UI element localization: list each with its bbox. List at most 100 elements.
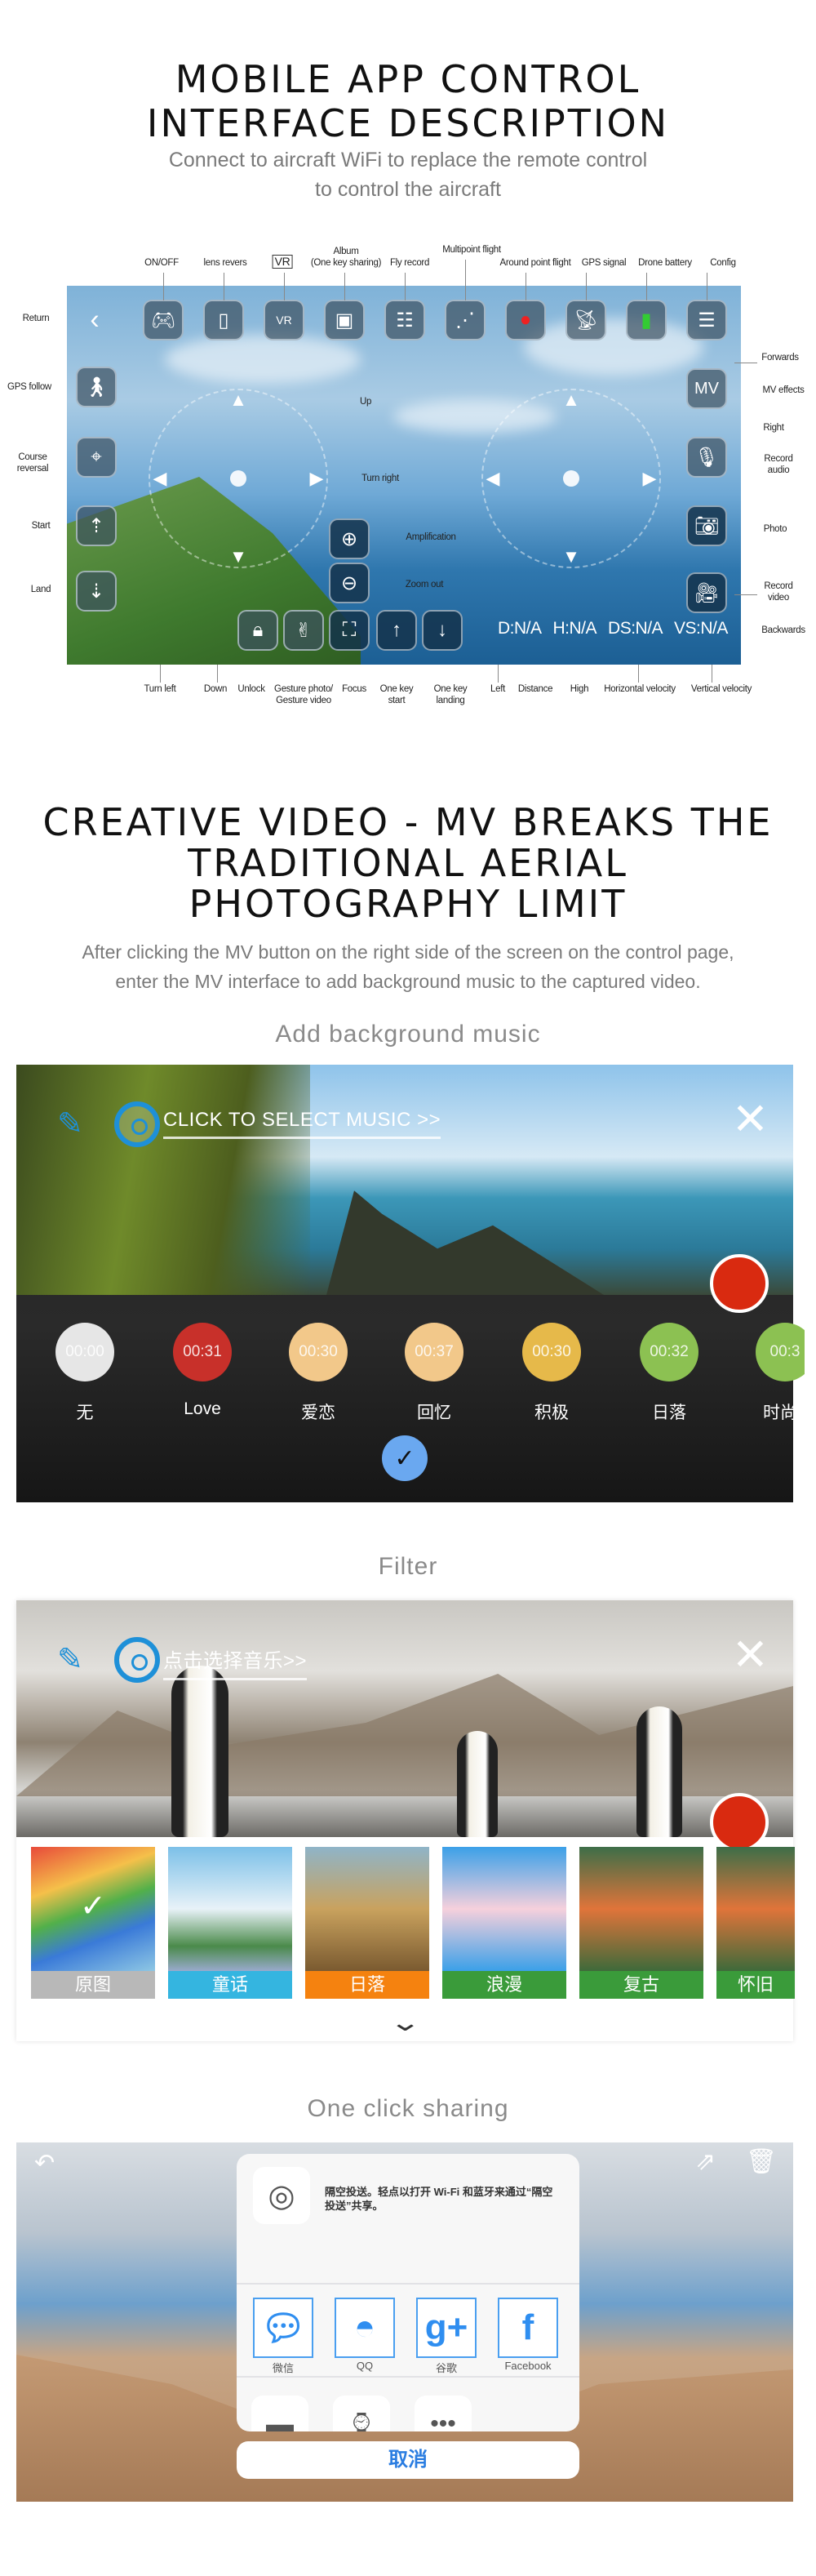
up-arrow-icon[interactable]: ▲ bbox=[229, 389, 247, 411]
label-gps-follow: GPS follow bbox=[7, 382, 51, 392]
land-drone-icon[interactable]: ⇣ bbox=[76, 571, 117, 612]
music-thumbnail: 00:30 bbox=[289, 1323, 348, 1381]
watch-icon[interactable]: ⌚︎ bbox=[333, 2396, 390, 2431]
filter-item[interactable]: 童话 bbox=[168, 1847, 292, 1999]
gamepad-icon[interactable]: 🎮︎ bbox=[143, 300, 184, 340]
filter-name: 怀旧 bbox=[716, 1971, 795, 1999]
down-arrow-icon[interactable]: ▼ bbox=[229, 546, 247, 567]
music-item[interactable]: 00:32 日落 bbox=[628, 1323, 710, 1424]
label-around-point-flight: Around point flight bbox=[499, 258, 571, 268]
vr-headset-icon[interactable]: VR bbox=[264, 300, 304, 340]
album-icon[interactable]: ▣ bbox=[324, 300, 365, 340]
select-music-link[interactable]: 点击选择音乐>> bbox=[163, 1644, 308, 1680]
airdrop-text-line: 隔空投送。轻点以打开 Wi-Fi 和蓝牙来通过“隔空 bbox=[325, 2186, 553, 2198]
label-land: Land bbox=[30, 585, 51, 594]
qq-icon[interactable]: ◓ bbox=[335, 2298, 395, 2358]
music-duration: 00:30 bbox=[299, 1343, 338, 1360]
filter-name: 日落 bbox=[305, 1971, 429, 1999]
filter-item[interactable]: 复古 bbox=[579, 1847, 703, 1999]
camera-icon[interactable]: 📷︎ bbox=[686, 505, 727, 546]
trash-icon[interactable]: 🗑︎ bbox=[746, 2147, 777, 2176]
one-key-start-arrow-icon[interactable]: ↑ bbox=[376, 610, 417, 651]
share-app-label: 谷歌 bbox=[435, 2362, 457, 2374]
music-item[interactable]: 00:00 无 bbox=[44, 1323, 126, 1424]
close-icon[interactable]: ✕ bbox=[732, 1097, 769, 1141]
lens-rotate-icon[interactable]: ▯ bbox=[203, 300, 244, 340]
confirm-check-button[interactable]: ✓ bbox=[382, 1435, 428, 1481]
one-key-landing-arrow-icon[interactable]: ↓ bbox=[422, 610, 463, 651]
chevron-down-icon[interactable]: ⌄ bbox=[388, 2009, 421, 2037]
microphone-icon[interactable]: 🎙︎ bbox=[686, 437, 727, 478]
more-icon[interactable]: ••• bbox=[415, 2396, 472, 2431]
music-thumbnail: 00:30 bbox=[522, 1323, 581, 1381]
section-title: TRADITIONAL AERIAL bbox=[188, 841, 628, 885]
filter-item[interactable]: ✓ 原图 bbox=[31, 1847, 155, 1999]
music-disc-icon[interactable] bbox=[114, 1101, 160, 1147]
gesture-hand-icon[interactable]: ✌︎ bbox=[283, 610, 324, 651]
cancel-button[interactable]: 取消 bbox=[237, 2441, 579, 2479]
facebook-icon[interactable]: f bbox=[498, 2298, 558, 2358]
section-title: PHOTOGRAPHY LIMIT bbox=[188, 882, 628, 926]
lock-icon[interactable]: 🔒︎ bbox=[237, 610, 278, 651]
share-app-label: 微信 bbox=[272, 2362, 294, 2374]
music-item[interactable]: 00:37 回忆 bbox=[393, 1323, 475, 1424]
turn-left-arrow-icon[interactable]: ◀ bbox=[153, 468, 167, 489]
google-plus-icon[interactable]: g+ bbox=[416, 2298, 477, 2358]
video-camera-icon[interactable]: 🎥︎ bbox=[686, 572, 727, 613]
close-icon[interactable]: ✕ bbox=[732, 1633, 769, 1677]
around-point-icon[interactable]: ● bbox=[505, 300, 546, 340]
height-value: H:N/A bbox=[552, 619, 597, 638]
share-app-label: Facebook bbox=[504, 2360, 552, 2372]
filter-name: 童话 bbox=[168, 1971, 292, 1999]
section-subtitle: Connect to aircraft WiFi to replace the … bbox=[168, 149, 648, 171]
label-record-audio-2: audio bbox=[767, 465, 790, 475]
music-item[interactable]: 00:30 爱恋 bbox=[277, 1323, 359, 1424]
gps-follow-walker-icon[interactable]: 🚶︎ bbox=[76, 367, 117, 407]
music-item[interactable]: 00:31 Love bbox=[162, 1323, 243, 1419]
music-name: 时尚 bbox=[763, 1404, 797, 1422]
zoom-out-icon[interactable]: ⊖ bbox=[329, 563, 370, 603]
label-album-sharing: (One key sharing) bbox=[310, 258, 382, 268]
record-button[interactable] bbox=[710, 1254, 769, 1313]
magic-wand-icon[interactable]: ✎ bbox=[57, 1641, 83, 1678]
filter-item[interactable]: 怀旧 bbox=[716, 1847, 795, 1999]
music-duration: 00:3 bbox=[769, 1343, 800, 1360]
music-duration: 00:00 bbox=[65, 1343, 104, 1360]
takeoff-drone-icon[interactable]: ⇡ bbox=[76, 505, 117, 546]
label-one-key-landing: One key bbox=[433, 684, 468, 694]
return-chevron-icon[interactable]: ‹ bbox=[90, 305, 99, 336]
battery-icon: ▮ bbox=[626, 300, 667, 340]
select-music-link[interactable]: CLICK TO SELECT MUSIC >> bbox=[163, 1109, 441, 1139]
music-disc-icon[interactable] bbox=[114, 1637, 160, 1683]
airdrop-icon[interactable]: ◎ bbox=[253, 2167, 310, 2224]
backwards-arrow-icon[interactable]: ▼ bbox=[562, 546, 580, 567]
multipoint-path-icon[interactable]: ⋰ bbox=[445, 300, 486, 340]
music-item[interactable]: 00:3 时尚 bbox=[756, 1323, 805, 1424]
vertical-velocity-value: VS:N/A bbox=[674, 619, 728, 638]
label-course-reversal: Course bbox=[18, 452, 47, 462]
forwards-arrow-icon[interactable]: ▲ bbox=[562, 389, 580, 411]
left-arrow-icon[interactable]: ◀ bbox=[486, 468, 500, 489]
focus-frame-icon[interactable]: ⛶ bbox=[329, 610, 370, 651]
fly-record-clipboard-icon[interactable]: ☷ bbox=[384, 300, 425, 340]
record-button[interactable] bbox=[710, 1793, 769, 1852]
share-icon[interactable]: ⇗ bbox=[695, 2147, 716, 2176]
turn-right-arrow-icon[interactable]: ▶ bbox=[310, 468, 324, 489]
label-lens-revers: lens revers bbox=[203, 258, 247, 268]
filter-item[interactable]: 浪漫 bbox=[442, 1847, 566, 1999]
label-right: Right bbox=[763, 423, 784, 433]
files-folder-icon[interactable]: ▬ bbox=[251, 2396, 308, 2431]
zoom-in-icon[interactable]: ⊕ bbox=[329, 518, 370, 559]
config-list-icon[interactable]: ☰ bbox=[686, 300, 727, 340]
back-arrow-icon[interactable]: ↶ bbox=[34, 2149, 55, 2178]
mv-button[interactable]: MV bbox=[686, 368, 727, 409]
music-thumbnail: 00:31 bbox=[173, 1323, 232, 1381]
music-item[interactable]: 00:30 积极 bbox=[511, 1323, 592, 1424]
right-arrow-icon[interactable]: ▶ bbox=[643, 468, 657, 489]
course-reversal-pin-icon[interactable]: ⌖ bbox=[76, 437, 117, 478]
music-name: 积极 bbox=[534, 1404, 569, 1422]
magic-wand-icon[interactable]: ✎ bbox=[57, 1106, 83, 1142]
filter-item[interactable]: 日落 bbox=[305, 1847, 429, 1999]
wechat-icon[interactable]: 💬︎ bbox=[253, 2298, 313, 2358]
label-vertical-velocity: Vertical velocity bbox=[690, 684, 752, 694]
